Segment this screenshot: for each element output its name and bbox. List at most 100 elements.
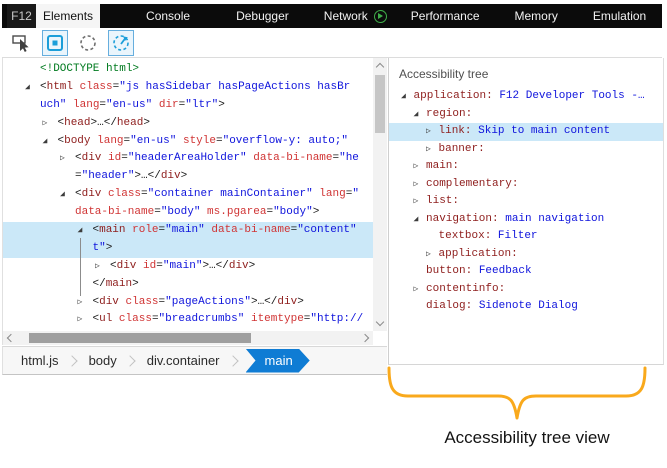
scroll-left-icon[interactable] bbox=[6, 333, 16, 343]
tree-expander-icon[interactable]: ▷ bbox=[43, 115, 48, 133]
tree-expander-icon[interactable]: ▷ bbox=[426, 246, 431, 264]
select-element-button[interactable] bbox=[9, 30, 35, 56]
a11y-tree-row[interactable]: ▷ complementary: bbox=[389, 176, 663, 194]
dom-tree-row[interactable]: ▷ <div id="headerAreaHolder" data-bi-name… bbox=[3, 150, 373, 168]
dom-row-code: <head>…</head> bbox=[57, 116, 150, 129]
tree-expander-icon[interactable]: ▷ bbox=[414, 158, 419, 176]
dom-row-code: <div id="main">…</div> bbox=[110, 259, 256, 272]
a11y-tree-row[interactable]: ◢ application: F12 Developer Tools -… bbox=[389, 88, 663, 106]
tree-expander-icon[interactable]: ▷ bbox=[95, 258, 100, 276]
chevron-right-icon bbox=[124, 354, 136, 367]
dom-tree-row[interactable]: <!DOCTYPE html> bbox=[3, 61, 373, 79]
a11y-row-text: dialog: Sidenote Dialog bbox=[426, 300, 578, 312]
tab-console[interactable]: Console bbox=[146, 4, 190, 28]
network-play-icon bbox=[373, 9, 387, 23]
refresh-dom-button[interactable] bbox=[108, 29, 134, 56]
highlight-elements-icon bbox=[47, 34, 63, 51]
tab-label: Emulation bbox=[592, 9, 647, 23]
a11y-tree-row[interactable]: dialog: Sidenote Dialog bbox=[389, 298, 663, 316]
select-element-icon bbox=[12, 34, 29, 52]
a11y-row-text: button: Feedback bbox=[426, 265, 532, 277]
dom-row-code: <div class="pageActions">…</div> bbox=[92, 295, 304, 308]
a11y-row-text: textbox: Filter bbox=[438, 230, 538, 242]
tab-network[interactable]: Network bbox=[324, 4, 387, 28]
tree-expander-icon[interactable]: ▷ bbox=[426, 123, 431, 141]
tree-expander-icon[interactable]: ▷ bbox=[426, 141, 431, 159]
dashed-circle-button[interactable] bbox=[75, 30, 101, 56]
a11y-tree-row[interactable]: ◢ navigation: main navigation bbox=[389, 211, 663, 229]
dom-row-code: uch" lang="en-us" dir="ltr"> bbox=[40, 98, 225, 111]
dom-tree-row[interactable]: ▷ <ul class="breadcrumbs" itemtype="http:… bbox=[3, 311, 373, 329]
a11y-tree-row[interactable]: ▷ link: Skip to main content bbox=[389, 123, 663, 141]
elements-toolbar bbox=[2, 28, 662, 58]
tree-expander-icon[interactable]: ▷ bbox=[414, 193, 419, 211]
chevron-right-icon bbox=[65, 354, 78, 367]
tree-expander-icon[interactable]: ◢ bbox=[401, 88, 406, 106]
breadcrumb-item-body[interactable]: body bbox=[83, 353, 123, 368]
annotation-label: Accessibility tree view bbox=[444, 428, 610, 447]
dom-tree-row[interactable]: </main> bbox=[3, 276, 373, 294]
dom-vertical-scrollbar[interactable] bbox=[373, 58, 387, 331]
tab-label: Elements bbox=[43, 9, 94, 23]
a11y-tree-row[interactable]: button: Feedback bbox=[389, 263, 663, 281]
tree-expander-icon[interactable]: ◢ bbox=[414, 106, 419, 124]
scroll-right-icon[interactable] bbox=[360, 333, 370, 343]
a11y-tree-row[interactable]: textbox: Filter bbox=[389, 228, 663, 246]
tree-expander-icon[interactable]: ◢ bbox=[43, 133, 48, 151]
accessibility-tree-pane: Accessibility tree ◢ application: F12 Dev… bbox=[388, 58, 664, 365]
vertical-scroll-thumb[interactable] bbox=[375, 75, 385, 133]
a11y-tree-row[interactable]: ▷ list: bbox=[389, 193, 663, 211]
scroll-down-icon[interactable] bbox=[375, 317, 385, 327]
tree-expander-icon[interactable]: ◢ bbox=[60, 186, 65, 204]
scroll-up-icon[interactable] bbox=[375, 62, 385, 72]
a11y-tree-row[interactable]: ▷ banner: bbox=[389, 141, 663, 159]
f12-logo: F12 bbox=[7, 4, 36, 28]
tab-elements[interactable]: Elements bbox=[36, 4, 101, 28]
tree-expander-icon[interactable]: ▷ bbox=[78, 294, 83, 312]
tab-memory[interactable]: Memory bbox=[515, 4, 558, 28]
dom-tree-row[interactable]: ◢ <main role="main" data-bi-name="content… bbox=[3, 222, 373, 240]
dom-tree-row[interactable]: ▷ <div class="pageActions">…</div> bbox=[3, 294, 373, 312]
tree-expander-icon[interactable]: ▷ bbox=[414, 281, 419, 299]
tab-emulation[interactable]: Emulation bbox=[593, 4, 646, 28]
dom-tree-row[interactable]: ="header">…</div> bbox=[3, 168, 373, 186]
tab-performance[interactable]: Performance bbox=[411, 4, 480, 28]
dom-row-code: <html class="js hasSidebar hasPageAction… bbox=[40, 80, 351, 93]
tree-expander-icon[interactable]: ▷ bbox=[414, 176, 419, 194]
a11y-row-text: link: Skip to main content bbox=[438, 125, 611, 137]
dom-tree-row[interactable]: ▷ <head>…</head> bbox=[3, 115, 373, 133]
tab-label: Debugger bbox=[236, 9, 289, 23]
a11y-row-text: application: bbox=[438, 247, 518, 260]
tree-expander-icon[interactable]: ▷ bbox=[78, 311, 83, 329]
dom-tree-row[interactable]: ◢ <div class="container mainContainer" la… bbox=[3, 186, 373, 204]
dom-tree-row[interactable]: data-bi-name="body" ms.pgarea="body"> bbox=[3, 204, 373, 222]
a11y-row-text: application: F12 Developer Tools -… bbox=[413, 90, 645, 102]
a11y-tree-row[interactable]: ▷ contentinfo: bbox=[389, 281, 663, 299]
f12-devtools-window: F12 Elements Console Debugger Network Perfor… bbox=[0, 0, 667, 468]
a11y-tree-row[interactable]: ▷ application: bbox=[389, 246, 663, 264]
dom-tree-row[interactable]: t"> bbox=[3, 239, 373, 258]
a11y-row-text: banner: bbox=[438, 142, 485, 155]
a11y-tree-row[interactable]: ◢ region: bbox=[389, 106, 663, 124]
tree-expander-icon[interactable]: ◢ bbox=[25, 79, 30, 97]
a11y-row-text: main: bbox=[426, 160, 460, 172]
tab-label: Performance bbox=[410, 9, 480, 23]
breadcrumb-item-html-js[interactable]: html.js bbox=[15, 353, 65, 368]
dom-tree-row[interactable]: ◢ <body lang="en-us" style="overflow-y: a… bbox=[3, 133, 373, 151]
dom-horizontal-scrollbar[interactable] bbox=[3, 331, 373, 345]
tree-expander-icon[interactable]: ◢ bbox=[414, 211, 419, 229]
a11y-tree-row[interactable]: ▷ main: bbox=[389, 158, 663, 176]
breadcrumb-item-active[interactable]: main bbox=[246, 349, 310, 373]
dom-row-code: <main role="main" data-bi-name="content" bbox=[92, 224, 357, 237]
highlight-elements-button[interactable] bbox=[42, 29, 68, 56]
breadcrumb-item-div-container[interactable]: div.container bbox=[141, 353, 226, 368]
dom-tree-row[interactable]: ▷ <div id="main">…</div> bbox=[3, 258, 373, 276]
tab-debugger[interactable]: Debugger bbox=[236, 4, 289, 28]
dom-tree-row[interactable]: uch" lang="en-us" dir="ltr"> bbox=[3, 97, 373, 115]
dom-row-code: ="header">…</div> bbox=[75, 170, 188, 183]
tab-label: Memory bbox=[514, 9, 558, 23]
breadcrumb: html.js body div.container main bbox=[2, 346, 387, 375]
horizontal-scroll-thumb[interactable] bbox=[29, 333, 251, 343]
tree-expander-icon[interactable]: ▷ bbox=[60, 150, 65, 168]
dom-tree-row[interactable]: ◢ <html class="js hasSidebar hasPageActio… bbox=[3, 79, 373, 97]
